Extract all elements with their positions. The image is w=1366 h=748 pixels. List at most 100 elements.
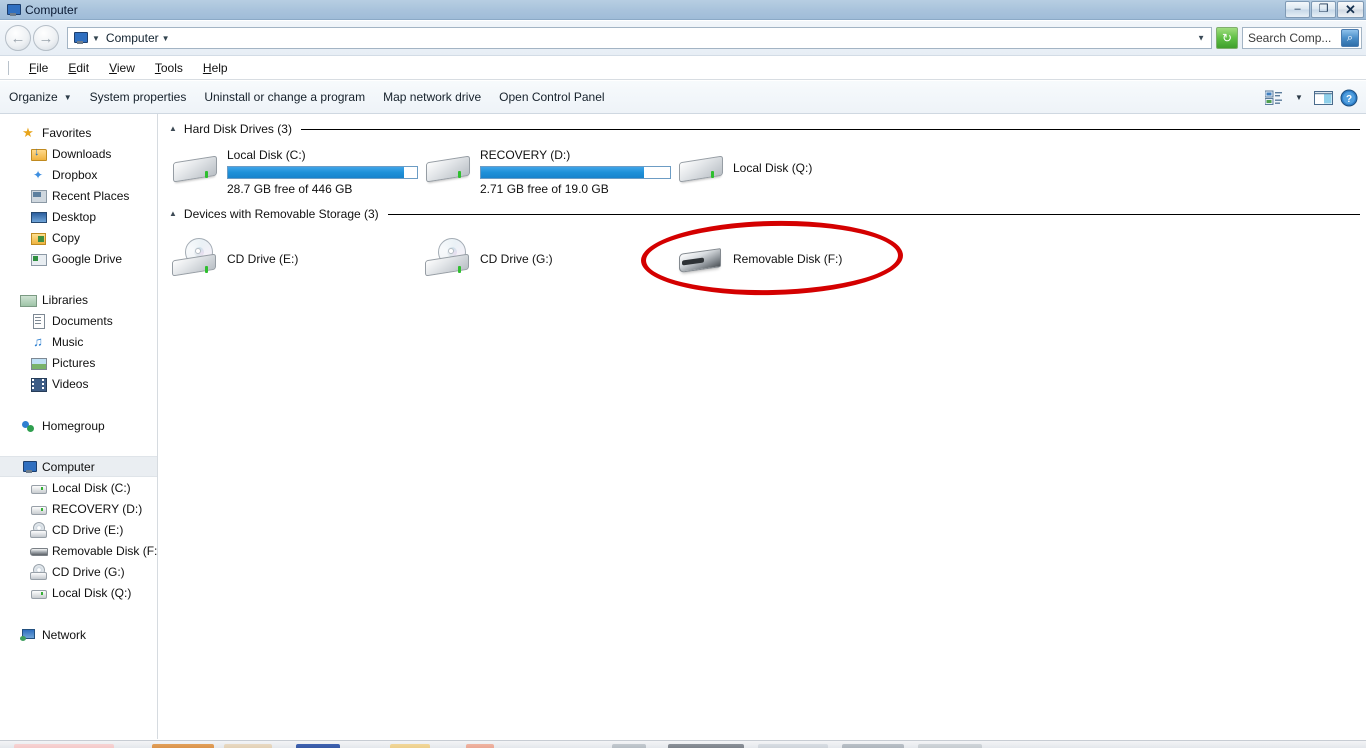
search-icon[interactable]: ⌕ — [1341, 29, 1359, 47]
window-controls: – ❐ ✕ — [1285, 1, 1364, 18]
back-button[interactable]: ← — [5, 25, 31, 51]
address-field[interactable]: ▼ Computer ▼ ▼ — [67, 27, 1212, 49]
taskbar-item[interactable] — [14, 744, 114, 748]
open-control-panel-button[interactable]: Open Control Panel — [490, 86, 613, 108]
taskbar-item[interactable] — [152, 744, 214, 748]
collapse-triangle-icon[interactable]: ▲ — [169, 210, 177, 218]
taskbar-item[interactable] — [390, 744, 430, 748]
sidebar-item-recovery-d[interactable]: RECOVERY (D:) — [0, 498, 157, 519]
chevron-down-icon[interactable]: ▼ — [1288, 87, 1310, 109]
organize-button[interactable]: Organize ▼ — [0, 86, 81, 108]
drive-item-cd-drive-e[interactable]: CD Drive (E:) — [159, 230, 412, 282]
sidebar-item-label: Favorites — [42, 125, 92, 140]
preview-pane-icon[interactable] — [1313, 87, 1335, 109]
minimize-button[interactable]: – — [1285, 1, 1310, 18]
uninstall-or-change-program-button[interactable]: Uninstall or change a program — [195, 86, 374, 108]
drive-item-local-disk-c[interactable]: Local Disk (C:) 28.7 GB free of 446 GB — [159, 139, 418, 196]
sidebar-item-network[interactable]: Network — [0, 624, 157, 645]
help-icon[interactable]: ? — [1338, 87, 1360, 109]
cd-led — [458, 266, 461, 273]
documents-icon — [30, 313, 46, 329]
sidebar-item-homegroup[interactable]: Homegroup — [0, 415, 157, 436]
nav-gap — [0, 269, 157, 289]
refresh-icon: ↻ — [1221, 31, 1233, 45]
map-network-drive-button[interactable]: Map network drive — [374, 86, 490, 108]
sidebar-item-favorites[interactable]: ★ Favorites — [0, 122, 157, 143]
taskbar-item[interactable] — [612, 744, 646, 748]
menu-item-view[interactable]: View — [99, 59, 145, 77]
sidebar-item-libraries[interactable]: Libraries — [0, 289, 157, 310]
search-box[interactable]: Search Comp... ⌕ — [1242, 27, 1362, 49]
drive-item-local-disk-q[interactable]: Local Disk (Q:) — [665, 139, 918, 196]
sidebar-item-documents[interactable]: Documents — [0, 310, 157, 331]
sidebar-item-label: Desktop — [52, 209, 97, 224]
taskbar-item[interactable] — [224, 744, 272, 748]
sidebar-item-cd-drive-g[interactable]: CD Drive (G:) — [0, 561, 157, 582]
refresh-button[interactable]: ↻ — [1216, 27, 1238, 49]
homegroup-icon — [20, 418, 36, 434]
sidebar-item-downloads[interactable]: Downloads — [0, 143, 157, 164]
chevron-down-icon[interactable]: ▼ — [92, 34, 100, 43]
capacity-bar — [480, 166, 671, 179]
hard-disk-icon — [30, 585, 47, 601]
taskbar-item-active[interactable] — [668, 744, 744, 748]
drive-info: Local Disk (Q:) — [733, 147, 812, 196]
address-bar: ← → ▼ Computer ▼ ▼ ↻ Search Comp... ⌕ — [0, 21, 1366, 56]
sidebar-item-cd-drive-e[interactable]: CD Drive (E:) — [0, 519, 157, 540]
forward-button[interactable]: → — [33, 25, 59, 51]
computer-icon — [4, 2, 21, 18]
taskbar-item[interactable] — [918, 744, 982, 748]
navigation-pane[interactable]: ★ Favorites Downloads ✦ Dropbox Recent P… — [0, 114, 158, 739]
sidebar-item-local-disk-c[interactable]: Local Disk (C:) — [0, 477, 157, 498]
sidebar-item-desktop[interactable]: Desktop — [0, 206, 157, 227]
drive-item-removable-disk-f[interactable]: Removable Disk (F:) — [665, 230, 918, 282]
taskbar-item[interactable] — [466, 744, 494, 748]
sidebar-item-local-disk-q[interactable]: Local Disk (Q:) — [0, 582, 157, 603]
close-button[interactable]: ✕ — [1337, 1, 1364, 18]
organize-label: Organize — [9, 90, 58, 104]
hard-disk-icon — [30, 480, 47, 496]
drive-name: Local Disk (C:) — [227, 148, 306, 162]
change-view-icon[interactable] — [1263, 87, 1285, 109]
drive-name: Removable Disk (F:) — [733, 252, 843, 266]
sidebar-item-recent-places[interactable]: Recent Places — [0, 185, 157, 206]
system-properties-button[interactable]: System properties — [81, 86, 196, 108]
group-header-removable-storage[interactable]: ▲ Devices with Removable Storage (3) — [159, 204, 1366, 224]
menu-item-help[interactable]: Help — [193, 59, 238, 77]
sidebar-item-google-drive[interactable]: Google Drive — [0, 248, 157, 269]
network-icon — [20, 627, 36, 643]
breadcrumb-chevron-icon[interactable]: ▼ — [162, 34, 170, 43]
sidebar-item-videos[interactable]: Videos — [0, 373, 157, 394]
search-input[interactable]: Search Comp... — [1248, 31, 1341, 45]
sidebar-item-dropbox[interactable]: ✦ Dropbox — [0, 164, 157, 185]
taskbar-item[interactable] — [296, 744, 340, 748]
breadcrumb-computer[interactable]: Computer — [106, 31, 159, 45]
collapse-triangle-icon[interactable]: ▲ — [169, 125, 177, 133]
sidebar-item-removable-disk-f[interactable]: Removable Disk (F:) — [0, 540, 157, 561]
address-history-dropdown-icon[interactable]: ▼ — [1197, 34, 1205, 43]
menu-item-file[interactable]: File — [19, 59, 58, 77]
drive-item-cd-drive-g[interactable]: CD Drive (G:) — [412, 230, 665, 282]
group-gap — [159, 196, 1366, 204]
drive-name: RECOVERY (D:) — [480, 148, 571, 162]
drive-item-recovery-d[interactable]: RECOVERY (D:) 2.71 GB free of 19.0 GB — [412, 139, 671, 196]
menu-tools-rest: ools — [160, 61, 183, 75]
group-header-hard-disk-drives[interactable]: ▲ Hard Disk Drives (3) — [159, 119, 1366, 139]
menu-item-tools[interactable]: Tools — [145, 59, 193, 77]
sidebar-item-copy[interactable]: Copy — [0, 227, 157, 248]
taskbar-item[interactable] — [758, 744, 828, 748]
drive-row-removable: CD Drive (E:) CD Drive (G:) Removable Di… — [159, 224, 1366, 282]
sidebar-item-pictures[interactable]: Pictures — [0, 352, 157, 373]
command-bar: Organize ▼ System properties Uninstall o… — [0, 81, 1366, 114]
maximize-button[interactable]: ❐ — [1311, 1, 1336, 18]
hard-disk-icon — [30, 501, 47, 517]
taskbar[interactable] — [0, 740, 1366, 748]
menu-item-edit[interactable]: Edit — [58, 59, 99, 77]
taskbar-item[interactable] — [842, 744, 904, 748]
sidebar-item-music[interactable]: ♫ Music — [0, 331, 157, 352]
sidebar-item-label: Homegroup — [42, 418, 105, 433]
file-list-pane[interactable]: ▲ Hard Disk Drives (3) Local Disk (C:) 2… — [159, 114, 1366, 739]
desktop-icon — [30, 209, 47, 225]
sidebar-item-computer[interactable]: Computer — [0, 456, 157, 477]
sidebar-item-label: Removable Disk (F:) — [52, 543, 158, 558]
